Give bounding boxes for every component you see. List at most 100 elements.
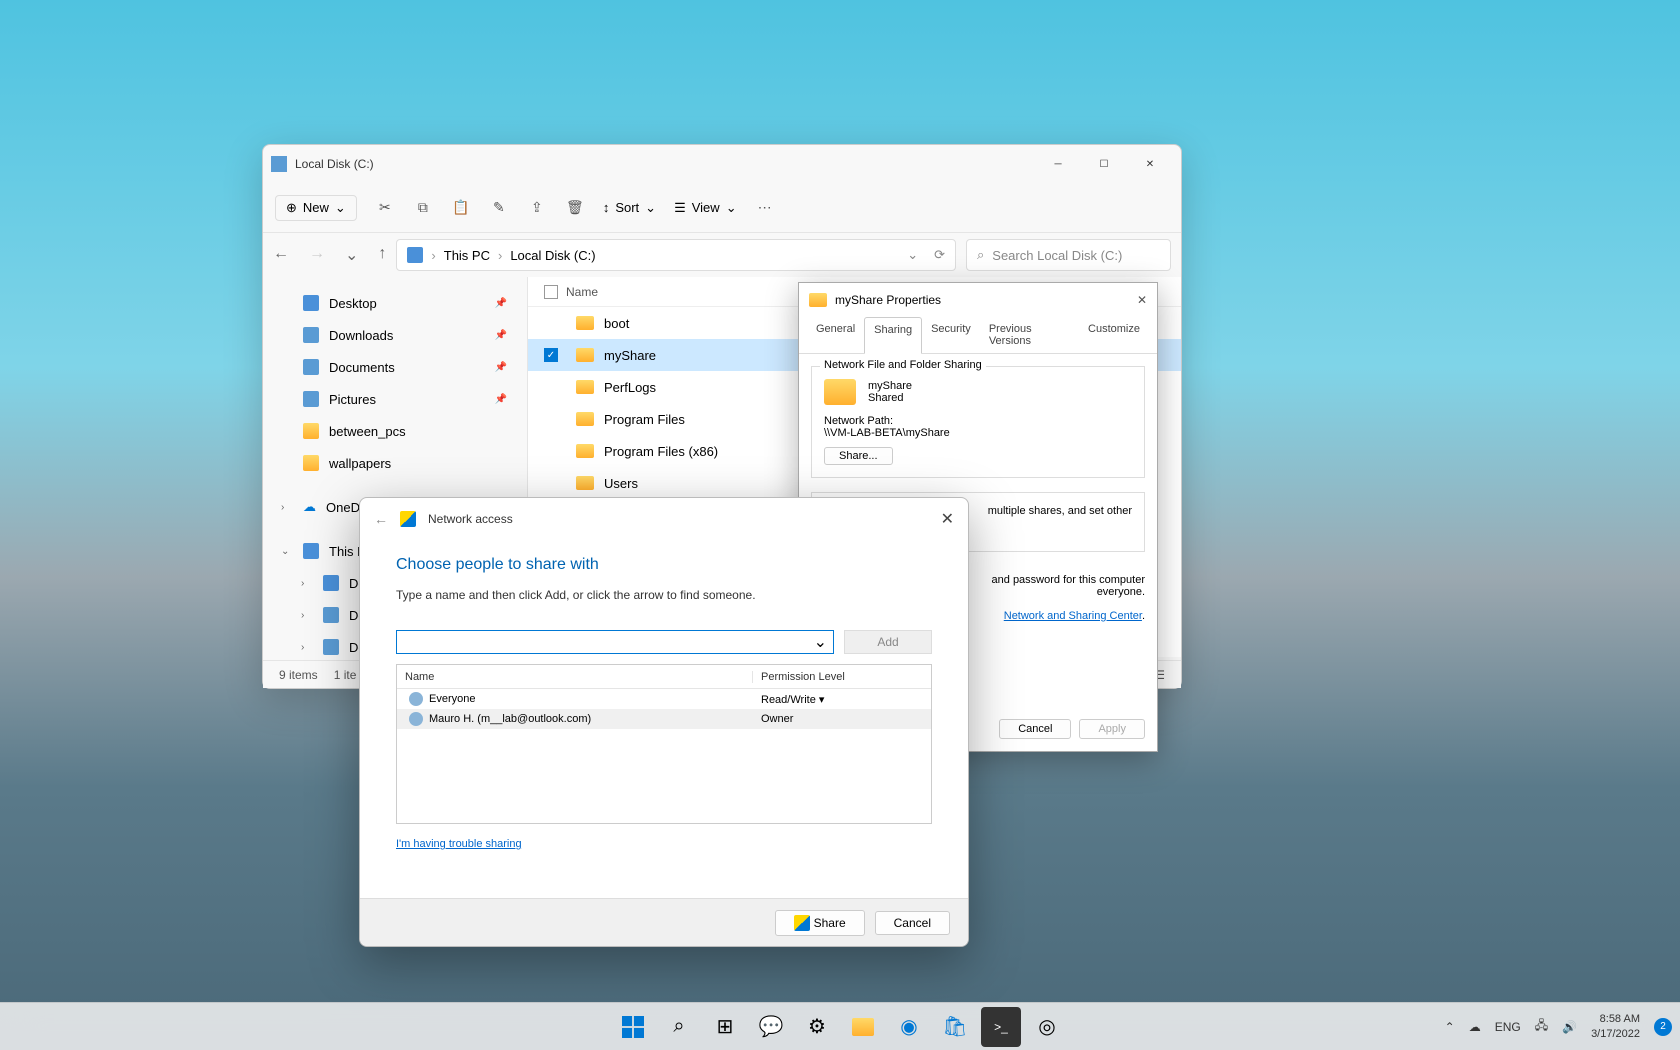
list-row[interactable]: Mauro H. (m__lab@outlook.com) Owner	[397, 709, 931, 729]
cancel-button[interactable]: Cancel	[875, 911, 950, 935]
name-combobox[interactable]: ⌄	[396, 630, 834, 654]
notification-badge[interactable]: 2	[1654, 1018, 1672, 1036]
dialog-title: Network access	[428, 512, 513, 526]
share-status: Shared	[868, 392, 912, 404]
app-button[interactable]: ◎	[1027, 1007, 1067, 1047]
chevron-down-icon[interactable]: ⌄	[814, 632, 827, 652]
clock[interactable]: 8:58 AM 3/17/2022	[1591, 1012, 1640, 1041]
share-icon[interactable]: ⇪	[527, 198, 547, 218]
add-button[interactable]: Add	[844, 630, 932, 654]
forward-button[interactable]: →	[309, 245, 325, 265]
chat-button[interactable]: 💬	[751, 1007, 791, 1047]
store-button[interactable]: 🛍	[935, 1007, 975, 1047]
sidebar-documents[interactable]: Documents📌	[263, 351, 527, 383]
drive-icon	[271, 156, 287, 172]
close-button[interactable]: ✕	[1127, 149, 1173, 179]
properties-title: myShare Properties	[835, 293, 941, 307]
back-button[interactable]: ←	[374, 511, 388, 527]
pictures-icon	[303, 391, 319, 407]
new-button[interactable]: ⊕ New ⌄	[275, 195, 357, 221]
dialog-subtext: Type a name and then click Add, or click…	[396, 588, 932, 602]
network-access-dialog: ← Network access ✕ Choose people to shar…	[359, 497, 969, 947]
share-button[interactable]: Share	[775, 910, 865, 936]
sidebar-downloads[interactable]: Downloads📌	[263, 319, 527, 351]
cancel-button[interactable]: Cancel	[999, 719, 1071, 739]
back-button[interactable]: ←	[273, 245, 289, 265]
folder-icon	[576, 444, 594, 458]
view-button[interactable]: ☰ View ⌄	[674, 200, 737, 216]
onedrive-icon[interactable]: ☁	[1469, 1020, 1481, 1034]
delete-icon[interactable]: 🗑	[565, 198, 585, 218]
folder-icon	[576, 316, 594, 330]
row-checkbox[interactable]: ✓	[544, 348, 558, 362]
sharing-center-link[interactable]: Network and Sharing Center	[1004, 610, 1142, 622]
sidebar-pictures[interactable]: Pictures📌	[263, 383, 527, 415]
volume-icon[interactable]: 🔊	[1562, 1020, 1577, 1034]
group-icon	[409, 692, 423, 706]
downloads-icon	[303, 327, 319, 343]
network-path-label: Network Path:	[824, 415, 1132, 427]
up-button[interactable]: ↑	[378, 245, 386, 265]
chevron-up-icon[interactable]: ⌃	[1445, 1020, 1455, 1034]
rename-icon[interactable]: ✎	[489, 198, 509, 218]
tab-general[interactable]: General	[807, 317, 864, 353]
paste-icon[interactable]: 📋	[451, 198, 471, 218]
people-list: Name Permission Level Everyone Read/Writ…	[396, 664, 932, 824]
sidebar-desktop[interactable]: Desktop📌	[263, 287, 527, 319]
cut-icon[interactable]: ✂	[375, 198, 395, 218]
network-sharing-group: Network File and Folder Sharing myShare …	[811, 366, 1145, 478]
column-permission[interactable]: Permission Level	[753, 671, 931, 683]
select-all-checkbox[interactable]	[544, 285, 558, 299]
dialog-footer: Share Cancel	[360, 898, 968, 946]
recent-button[interactable]: ⌄	[345, 245, 358, 265]
permission-dropdown[interactable]: Read/Write ▾	[753, 693, 931, 706]
window-title: Local Disk (C:)	[295, 157, 1035, 171]
folder-icon	[576, 476, 594, 490]
settings-button[interactable]: ⚙	[797, 1007, 837, 1047]
explorer-titlebar[interactable]: Local Disk (C:) ─ ☐ ✕	[263, 145, 1181, 183]
start-button[interactable]	[613, 1007, 653, 1047]
share-button[interactable]: Share...	[824, 447, 893, 465]
folder-icon	[303, 423, 319, 439]
file-explorer-button[interactable]	[843, 1007, 883, 1047]
pc-icon	[303, 543, 319, 559]
dialog-header: ← Network access ✕	[360, 498, 968, 540]
sort-button[interactable]: ↕ Sort ⌄	[603, 200, 656, 216]
tab-sharing[interactable]: Sharing	[864, 317, 922, 354]
copy-icon[interactable]: ⧉	[413, 198, 433, 218]
apply-button[interactable]: Apply	[1079, 719, 1145, 739]
edge-button[interactable]: ◉	[889, 1007, 929, 1047]
search-icon: ⌕	[977, 247, 984, 263]
name-input[interactable]	[397, 635, 814, 649]
sidebar-wallpapers[interactable]: wallpapers	[263, 447, 527, 479]
tab-previous-versions[interactable]: Previous Versions	[980, 317, 1079, 353]
close-button[interactable]: ✕	[941, 509, 954, 529]
pc-icon	[407, 247, 423, 263]
network-icon[interactable]: 🖧	[1535, 1016, 1548, 1037]
folder-icon	[809, 293, 827, 307]
minimize-button[interactable]: ─	[1035, 149, 1081, 179]
shield-icon	[794, 915, 810, 931]
terminal-button[interactable]: >_	[981, 1007, 1021, 1047]
column-name[interactable]: Name	[397, 671, 753, 683]
taskview-button[interactable]: ⊞	[705, 1007, 745, 1047]
sidebar-betweenpcs[interactable]: between_pcs	[263, 415, 527, 447]
properties-titlebar[interactable]: myShare Properties ✕	[799, 283, 1157, 317]
breadcrumb-drive[interactable]: Local Disk (C:)	[510, 248, 595, 263]
user-icon	[409, 712, 423, 726]
maximize-button[interactable]: ☐	[1081, 149, 1127, 179]
language-indicator[interactable]: ENG	[1495, 1020, 1521, 1034]
tab-security[interactable]: Security	[922, 317, 980, 353]
refresh-icon[interactable]: ⟳	[934, 247, 945, 263]
explorer-navbar: ← → ⌄ ↑ › This PC › Local Disk (C:) ⌄ ⟳ …	[263, 233, 1181, 277]
breadcrumb-thispc[interactable]: This PC	[444, 248, 490, 263]
close-button[interactable]: ✕	[1137, 293, 1147, 307]
list-row[interactable]: Everyone Read/Write ▾	[397, 689, 931, 709]
search-input[interactable]: ⌕ Search Local Disk (C:)	[966, 239, 1171, 271]
trouble-sharing-link[interactable]: I'm having trouble sharing	[396, 838, 522, 850]
tab-customize[interactable]: Customize	[1079, 317, 1149, 353]
address-bar[interactable]: › This PC › Local Disk (C:) ⌄ ⟳	[396, 239, 956, 271]
explorer-toolbar: ⊕ New ⌄ ✂ ⧉ 📋 ✎ ⇪ 🗑 ↕ Sort ⌄ ☰ View ⌄ ⋯	[263, 183, 1181, 233]
more-icon[interactable]: ⋯	[755, 198, 775, 218]
search-button[interactable]: ⌕	[659, 1007, 699, 1047]
